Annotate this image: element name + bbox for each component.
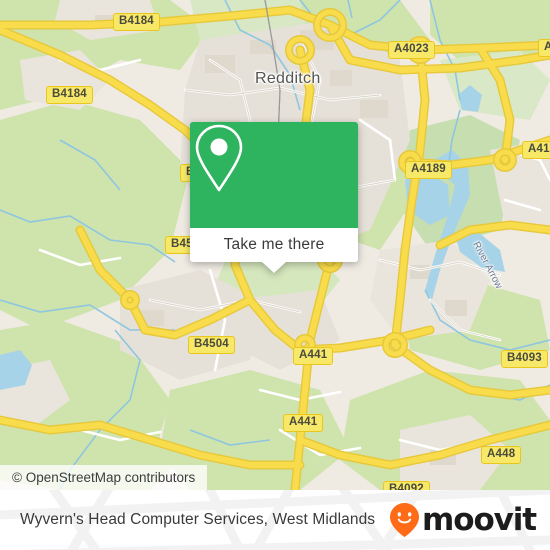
osm-attribution[interactable]: © OpenStreetMap contributors [0,465,208,490]
place-label-redditch: Redditch [255,70,321,87]
road-shield-b4184-north: B4184 [113,13,160,31]
moovit-logo[interactable]: moovit [388,501,537,538]
place-title: Wyvern's Head Computer Services, West Mi… [20,511,376,528]
popup-tail [262,262,286,273]
road-shield-a441-lower: A441 [283,414,324,432]
moovit-pin-smiley-icon [390,503,420,537]
road-shield-b4504: B4504 [188,336,235,354]
road-shield-a4189: A4189 [405,161,452,179]
popup-icon-panel [190,122,358,228]
map-screenshot: Redditch River Arrow B4184 B4184 A4023 A… [0,0,550,550]
location-popup-card[interactable]: Take me there [190,122,358,273]
map-canvas[interactable]: Redditch River Arrow B4184 B4184 A4023 A… [0,0,550,490]
road-shield-b4093: B4093 [501,350,548,368]
take-me-there-label: Take me there [223,236,325,253]
road-shield-a448: A448 [481,446,522,464]
road-shield-a441-upper: A441 [293,347,334,365]
map-pin-icon [195,124,243,192]
road-shield-b4184-west: B4184 [46,86,93,104]
road-shield-a4023: A4023 [388,41,435,59]
moovit-wordmark: moovit [422,501,537,538]
road-shield-a4-edge: A4023 [538,39,550,57]
road-shield-a4189-edge: A4189 [522,141,550,159]
footer-bar: Wyvern's Head Computer Services, West Mi… [0,490,550,550]
road-shield-b4092: B4092 [383,481,430,490]
popup-action-panel[interactable]: Take me there [190,228,358,273]
